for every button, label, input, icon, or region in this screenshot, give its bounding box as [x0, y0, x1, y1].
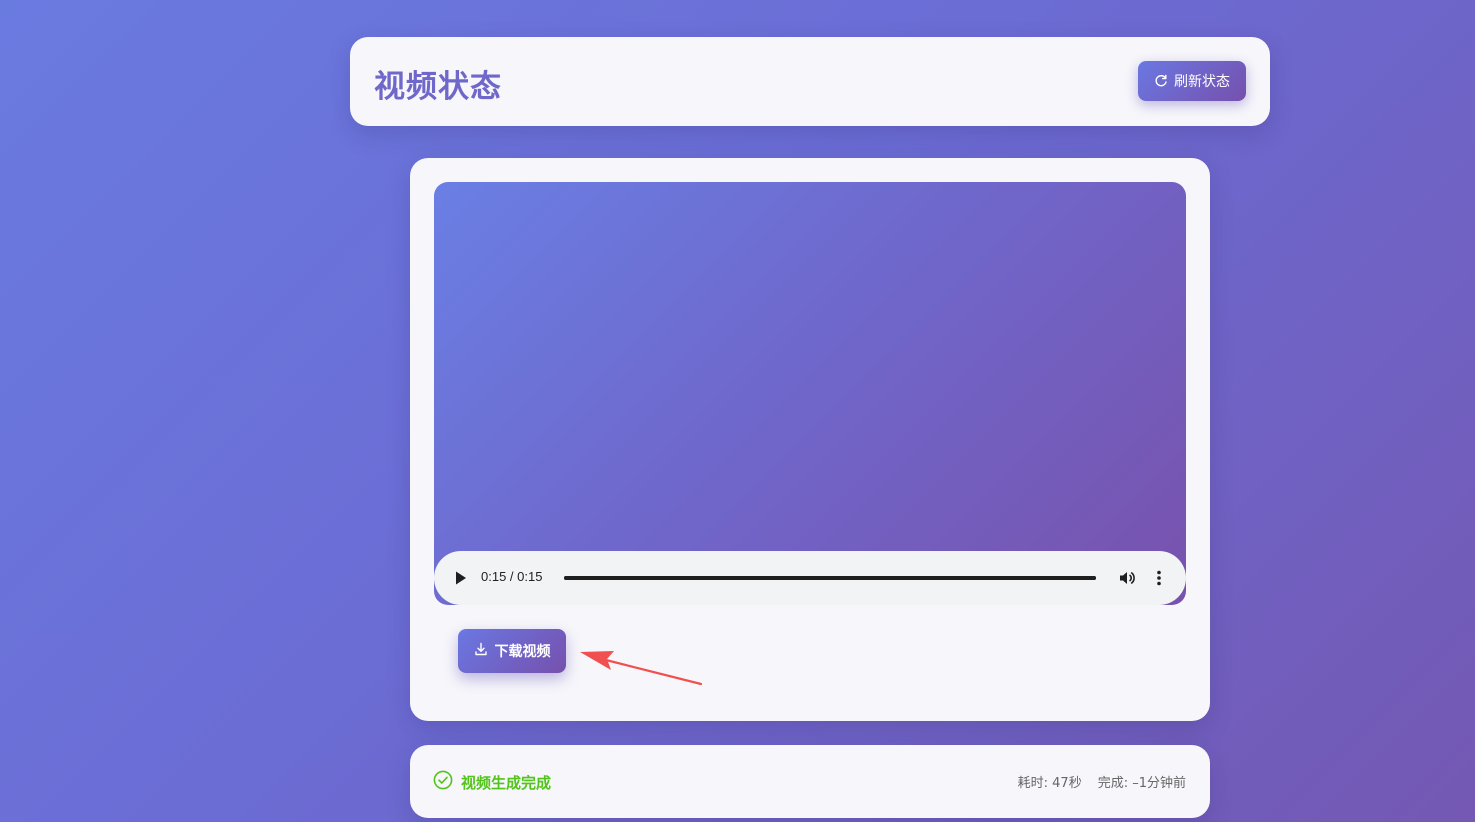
completed-time: 完成: –1分钟前 [1097, 776, 1186, 791]
download-button[interactable]: 下载视频 [458, 629, 566, 673]
header-card: 视频状态 刷新状态 [350, 37, 1270, 126]
download-button-label: 下载视频 [494, 644, 551, 660]
check-circle-icon [433, 770, 453, 794]
more-vertical-icon[interactable] [1154, 569, 1164, 587]
page-title: 视频状态 [374, 69, 502, 105]
video-card: 0:15 / 0:15 下载视频 [410, 158, 1210, 721]
time-display: 0:15 / 0:15 [481, 569, 543, 584]
elapsed-time: 耗时: 47秒 [1017, 776, 1082, 791]
status-meta: 耗时: 47秒 完成: –1分钟前 [1018, 772, 1186, 791]
volume-icon[interactable] [1118, 569, 1136, 587]
play-icon[interactable] [454, 570, 468, 586]
video-player[interactable]: 0:15 / 0:15 [434, 182, 1186, 605]
status-indicator: 视频生成完成 [433, 770, 551, 794]
refresh-button-label: 刷新状态 [1174, 74, 1230, 90]
status-message: 视频生成完成 [461, 773, 552, 792]
status-card: 视频生成完成 耗时: 47秒 完成: –1分钟前 [410, 745, 1210, 818]
progress-bar[interactable] [564, 576, 1096, 580]
video-controls: 0:15 / 0:15 [434, 551, 1186, 605]
download-icon [474, 642, 488, 660]
progress-fill [564, 576, 1096, 580]
refresh-icon [1154, 74, 1168, 88]
refresh-button[interactable]: 刷新状态 [1138, 61, 1246, 101]
